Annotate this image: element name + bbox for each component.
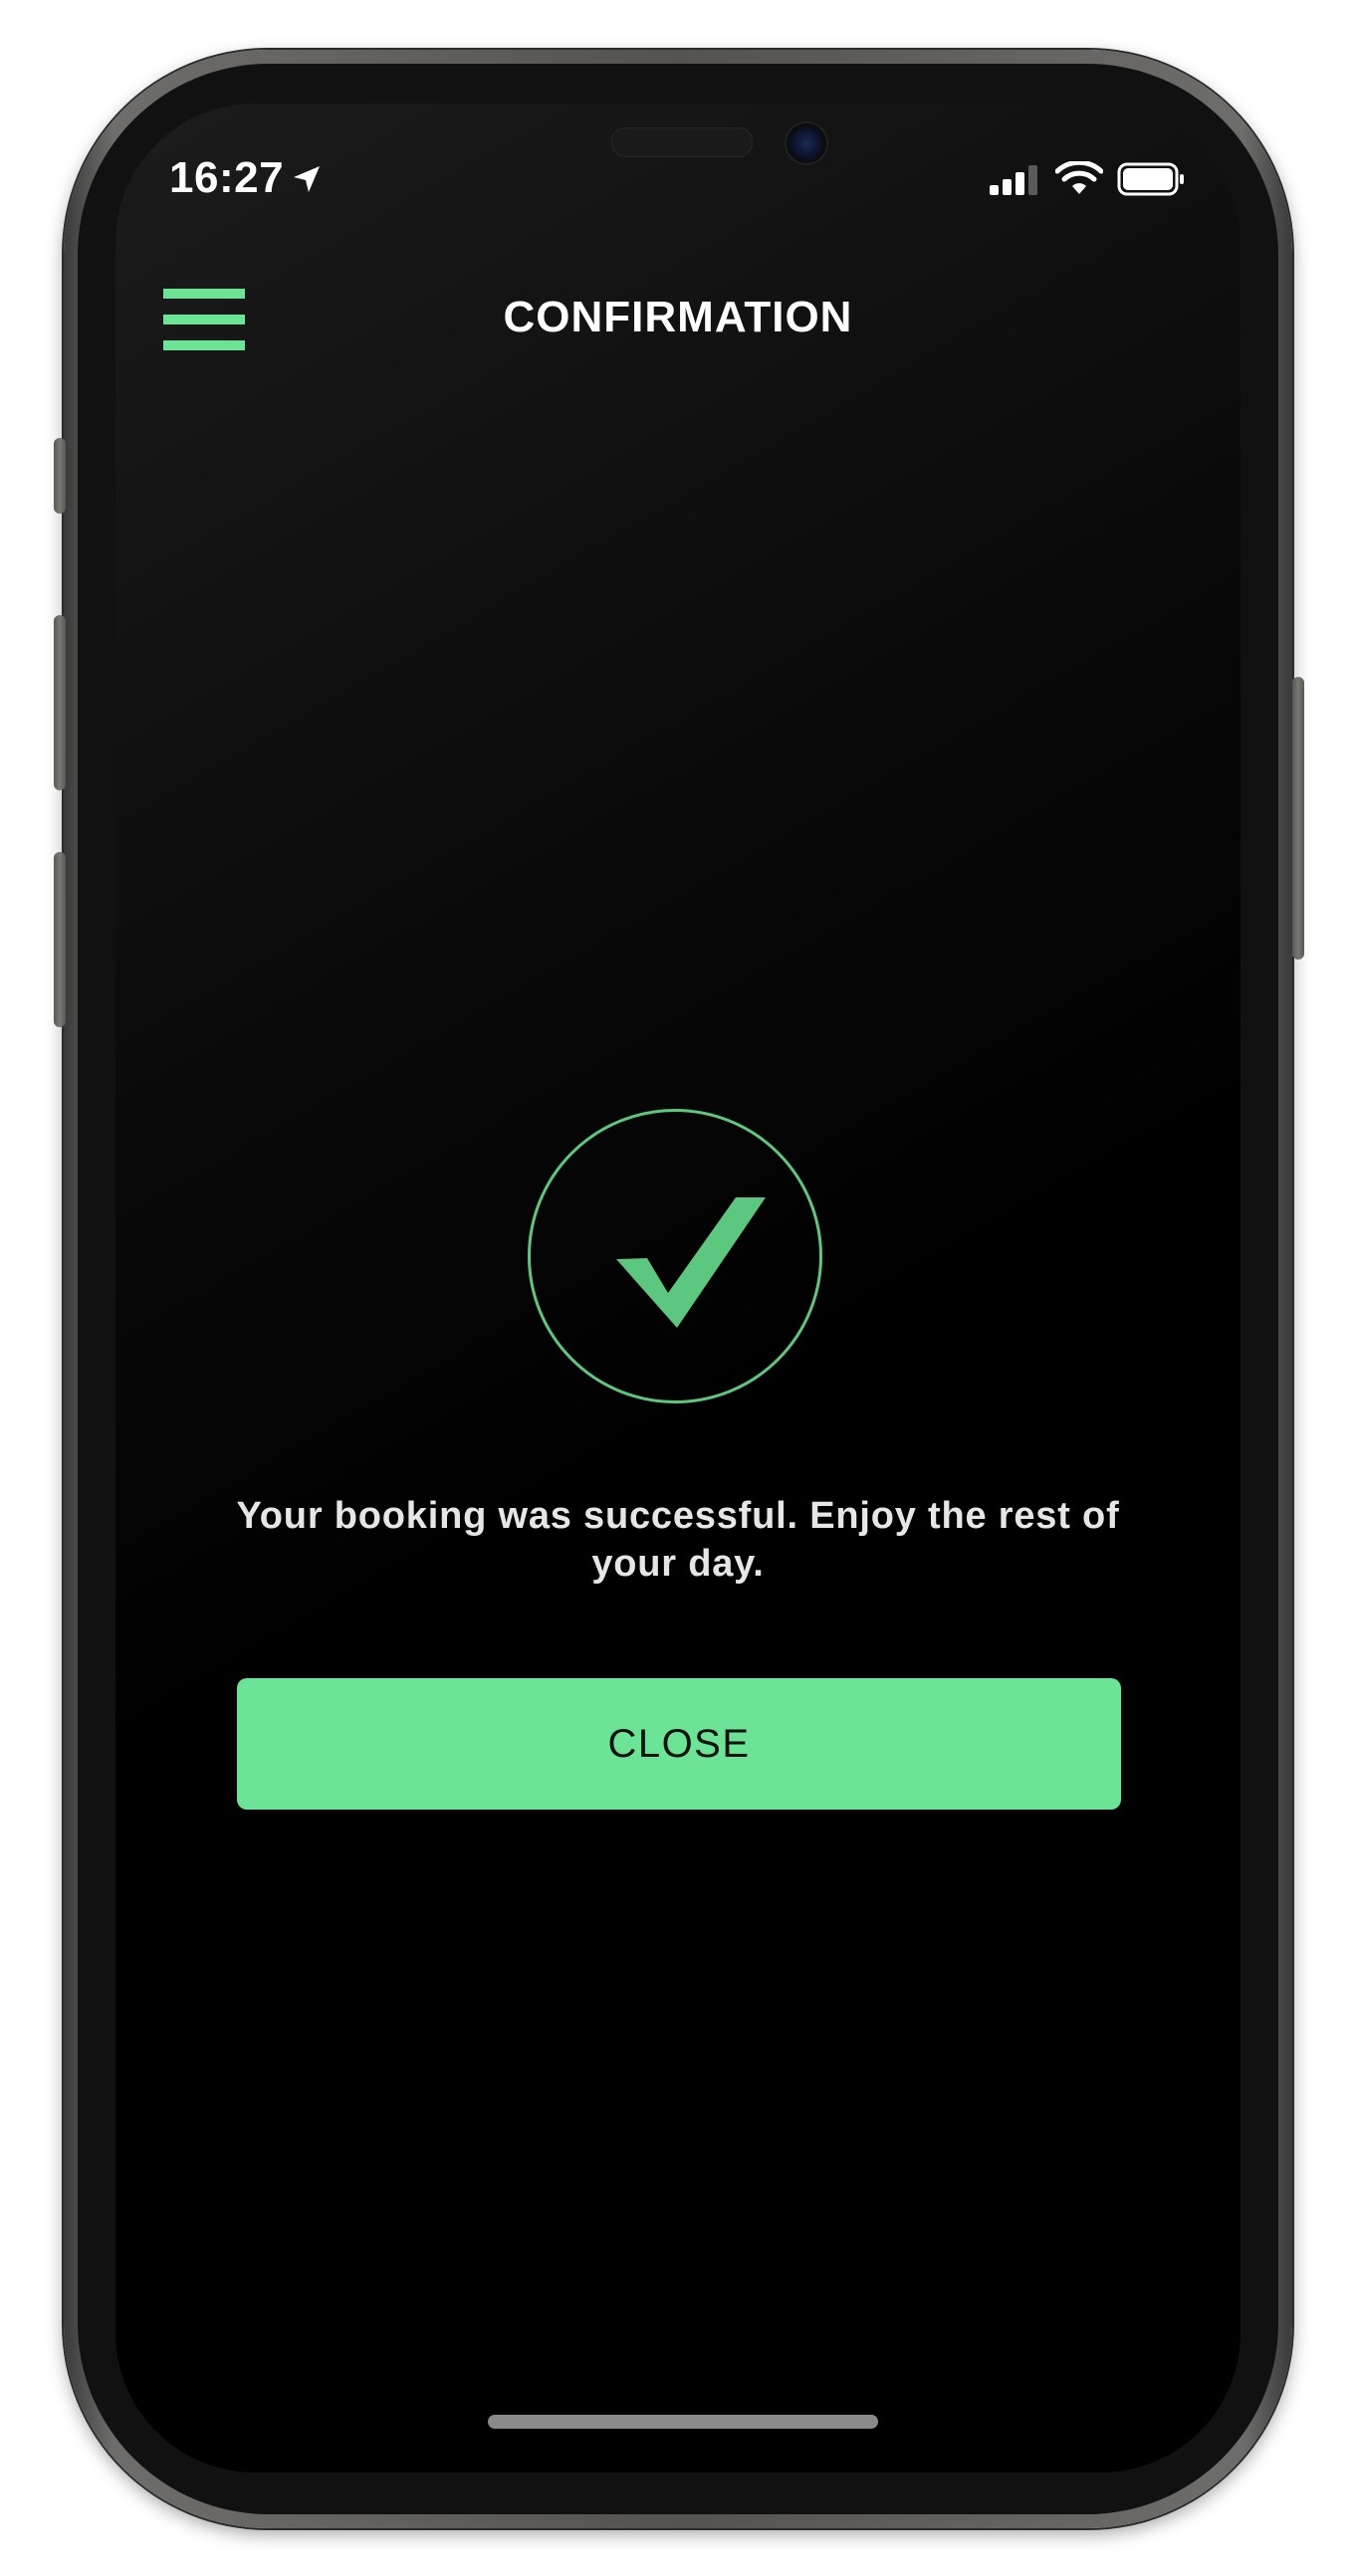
volume-down-button	[54, 852, 66, 1027]
cellular-signal-icon	[990, 165, 1037, 195]
status-time: 16:27	[169, 153, 285, 202]
close-button[interactable]: CLOSE	[237, 1678, 1121, 1810]
success-badge	[528, 1109, 822, 1403]
confirmation-message: Your booking was successful. Enjoy the r…	[236, 1495, 1120, 1585]
front-camera	[785, 121, 828, 165]
volume-up-button	[54, 615, 66, 790]
app-screen: 16:27 CONFIRMATION Your booking was succ…	[115, 104, 1241, 2472]
mute-switch	[54, 438, 66, 514]
wifi-icon	[1055, 161, 1103, 194]
checkmark-icon	[616, 1197, 766, 1328]
earpiece-speaker	[611, 127, 753, 157]
page-title: CONFIRMATION	[503, 293, 853, 341]
location-arrow-icon	[294, 166, 320, 192]
home-indicator[interactable]	[488, 2415, 878, 2429]
status-indicators	[990, 159, 1187, 199]
power-button	[1292, 677, 1304, 960]
battery-icon	[1117, 162, 1184, 196]
